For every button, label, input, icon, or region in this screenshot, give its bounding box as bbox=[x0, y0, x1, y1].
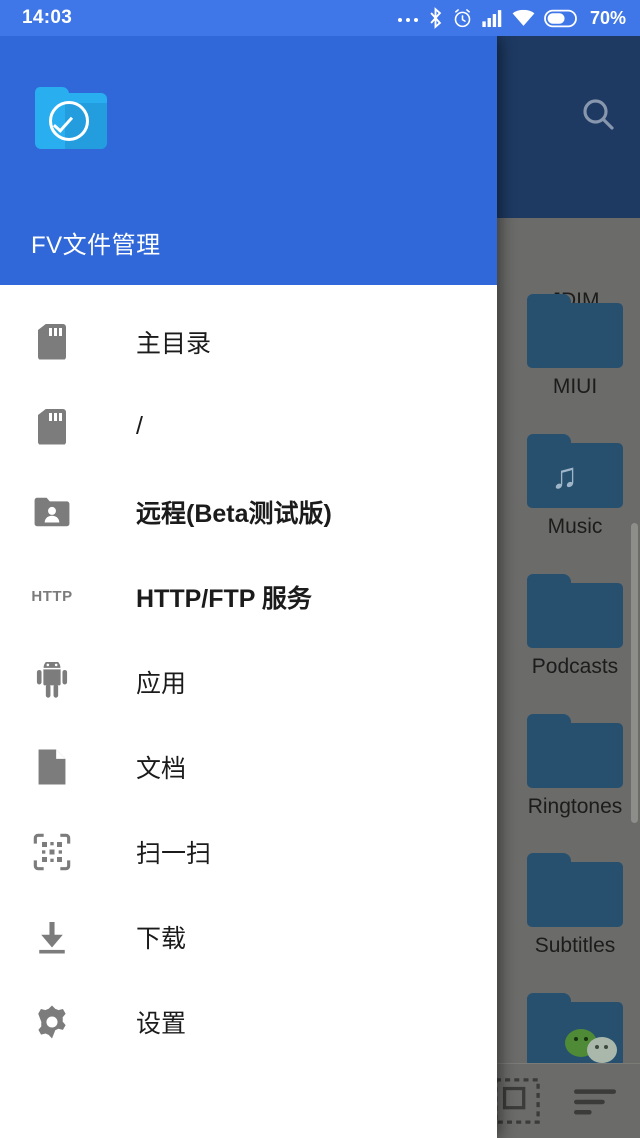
list-item[interactable]: Subtitles bbox=[510, 853, 640, 958]
drawer-item-label: 设置 bbox=[136, 1009, 187, 1038]
drawer-item-label: / bbox=[136, 412, 143, 440]
folder-icon bbox=[527, 294, 623, 368]
gear-icon bbox=[30, 1000, 74, 1044]
drawer-item-label: 下载 bbox=[136, 924, 187, 953]
drawer-item-downloads[interactable]: 下载 bbox=[0, 894, 497, 979]
battery-percent: 70% bbox=[589, 7, 626, 28]
search-icon[interactable] bbox=[578, 94, 618, 139]
drawer-item-http-ftp[interactable]: HTTP HTTP/FTP 服务 bbox=[0, 554, 497, 639]
folder-user-icon bbox=[30, 490, 74, 534]
navigation-drawer: FV文件管理 主目录 / 远程(Beta测试版) HTTP HTTP/FTP 服… bbox=[0, 36, 497, 1138]
sd-card-icon bbox=[30, 320, 74, 364]
file-name: Ringtones bbox=[527, 795, 623, 818]
status-bar: 14:03 70% bbox=[0, 0, 640, 36]
drawer-item-label: 主目录 bbox=[136, 329, 212, 358]
more-dots-icon bbox=[397, 18, 418, 22]
alarm-icon bbox=[454, 8, 471, 27]
battery-icon bbox=[544, 9, 577, 27]
signal-icon bbox=[482, 10, 502, 27]
drawer-item-label: 应用 bbox=[136, 669, 187, 698]
folder-icon bbox=[527, 574, 623, 648]
scrollbar[interactable] bbox=[631, 523, 638, 823]
phone-screen: JDIM MIUI ♫ Music Podcasts Ringtones Sub… bbox=[0, 0, 640, 1138]
list-item[interactable]: Podcasts bbox=[510, 574, 640, 679]
android-icon bbox=[30, 660, 74, 704]
drawer-item-documents[interactable]: 文档 bbox=[0, 724, 497, 809]
list-item[interactable]: Ringtones bbox=[510, 714, 640, 819]
download-icon bbox=[30, 915, 74, 959]
status-time: 14:03 bbox=[22, 7, 73, 28]
status-icons: 70% bbox=[397, 7, 626, 29]
select-mode-button[interactable] bbox=[494, 1078, 540, 1129]
file-name: MIUI bbox=[552, 375, 598, 398]
list-item[interactable] bbox=[510, 993, 640, 1074]
drawer-item-label: 扫一扫 bbox=[136, 839, 212, 868]
drawer-item-root[interactable]: / bbox=[0, 384, 497, 469]
drawer-item-label: 远程(Beta测试版) bbox=[136, 499, 332, 528]
folder-music-icon: ♫ bbox=[527, 434, 623, 508]
sort-button[interactable] bbox=[572, 1086, 618, 1121]
list-item[interactable]: MIUI bbox=[510, 294, 640, 399]
qr-scan-icon bbox=[30, 830, 74, 874]
file-name: Music bbox=[547, 515, 603, 538]
drawer-item-home-directory[interactable]: 主目录 bbox=[0, 299, 497, 384]
drawer-item-remote[interactable]: 远程(Beta测试版) bbox=[0, 469, 497, 554]
bluetooth-icon bbox=[430, 7, 442, 29]
sd-card-icon bbox=[30, 405, 74, 449]
drawer-item-scan[interactable]: 扫一扫 bbox=[0, 809, 497, 894]
http-icon: HTTP bbox=[30, 575, 74, 619]
drawer-menu: 主目录 / 远程(Beta测试版) HTTP HTTP/FTP 服务 应用 文档… bbox=[0, 285, 497, 1064]
drawer-header: FV文件管理 bbox=[0, 36, 497, 285]
drawer-item-apps[interactable]: 应用 bbox=[0, 639, 497, 724]
document-icon bbox=[30, 745, 74, 789]
file-name: Subtitles bbox=[534, 934, 616, 957]
folder-wechat-icon bbox=[527, 993, 623, 1067]
wechat-icon bbox=[565, 1029, 617, 1063]
app-name: FV文件管理 bbox=[31, 232, 161, 259]
file-name: Podcasts bbox=[531, 655, 619, 678]
wifi-icon bbox=[512, 9, 535, 26]
list-item[interactable]: ♫ Music bbox=[510, 434, 640, 539]
folder-check-icon bbox=[35, 87, 107, 149]
drawer-item-settings[interactable]: 设置 bbox=[0, 979, 497, 1064]
drawer-item-label: HTTP/FTP 服务 bbox=[136, 584, 312, 613]
folder-icon bbox=[527, 714, 623, 788]
http-glyph: HTTP bbox=[31, 588, 73, 605]
music-note-icon: ♫ bbox=[551, 455, 578, 496]
folder-icon bbox=[527, 853, 623, 927]
drawer-item-label: 文档 bbox=[136, 754, 187, 783]
